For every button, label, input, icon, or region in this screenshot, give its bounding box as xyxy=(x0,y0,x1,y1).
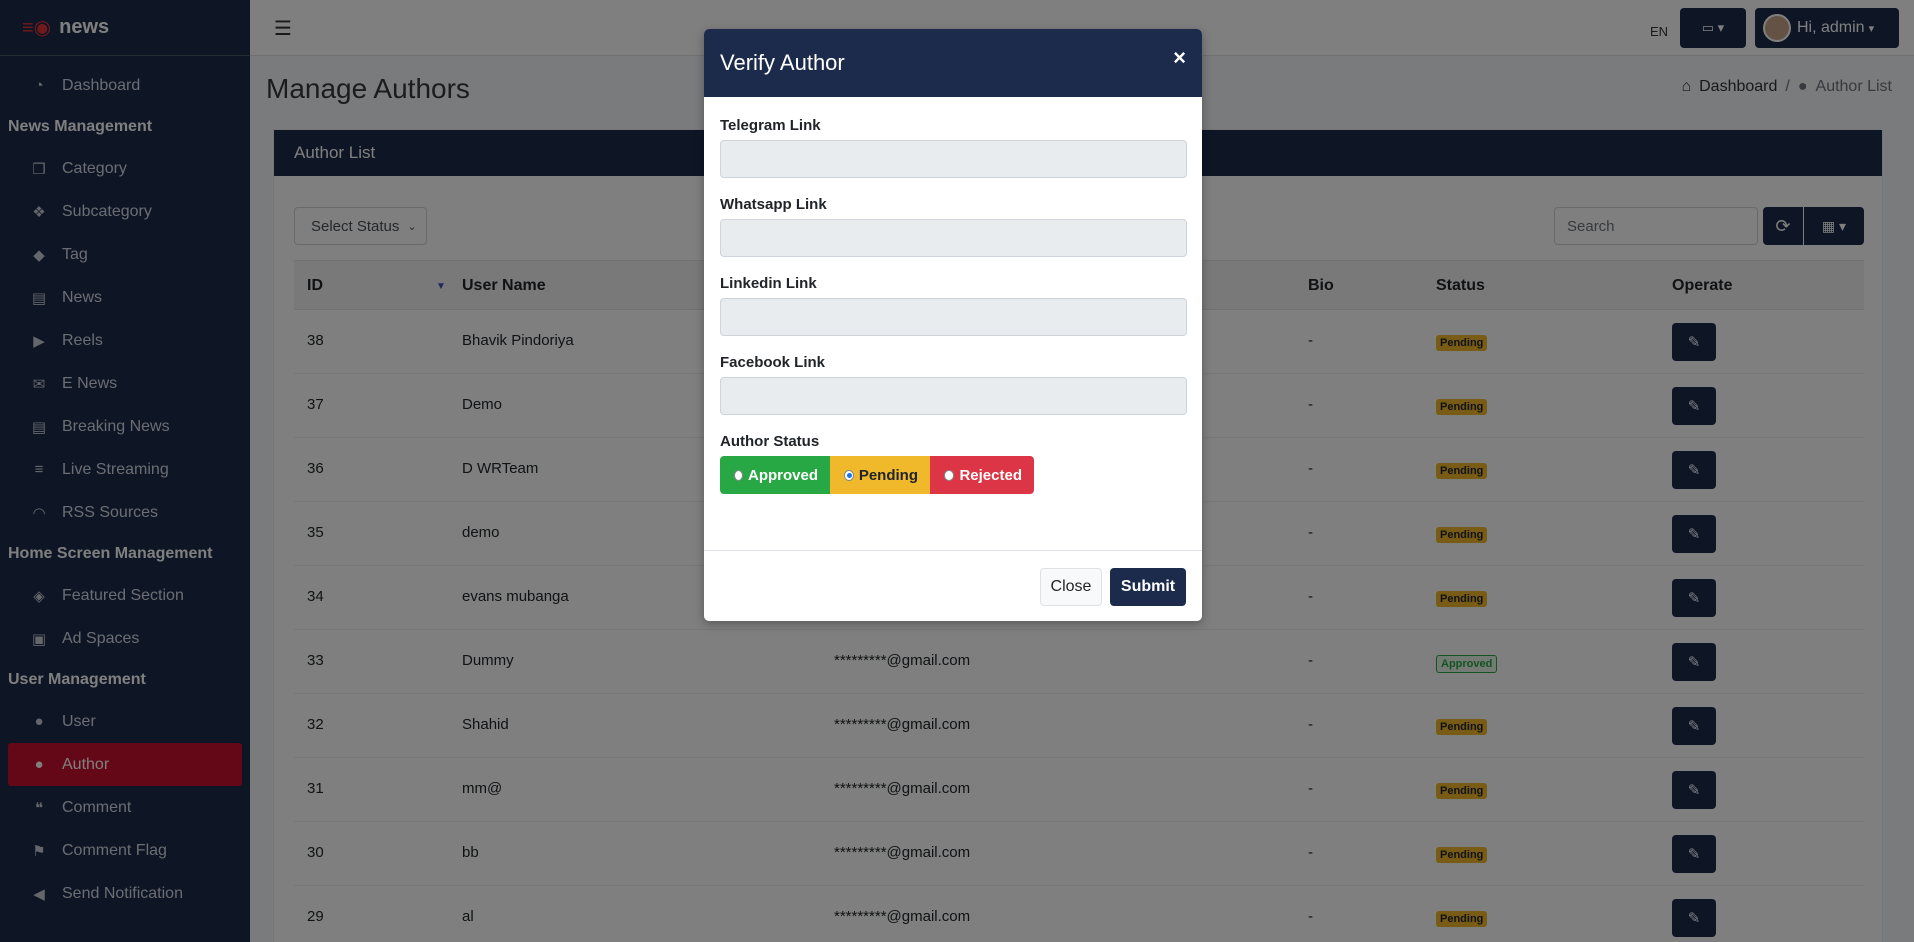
status-rejected-option[interactable]: Rejected xyxy=(930,456,1034,494)
modal-header: Verify Author × xyxy=(704,29,1202,97)
radio-rejected[interactable] xyxy=(944,469,955,481)
telegram-group: Telegram Link xyxy=(720,117,1187,178)
submit-button[interactable]: Submit xyxy=(1110,568,1186,606)
close-icon[interactable]: × xyxy=(1173,45,1186,71)
modal-body: Telegram Link Whatsapp Link Linkedin Lin… xyxy=(704,97,1202,494)
whatsapp-group: Whatsapp Link xyxy=(720,196,1187,257)
status-pending-label: Pending xyxy=(858,466,918,484)
telegram-link-input[interactable] xyxy=(720,140,1187,178)
status-approved-option[interactable]: Approved xyxy=(720,456,830,494)
telegram-label: Telegram Link xyxy=(720,117,821,134)
status-rejected-label: Rejected xyxy=(959,466,1022,484)
linkedin-link-input[interactable] xyxy=(720,298,1187,336)
status-approved-label: Approved xyxy=(747,466,818,484)
modal-footer: Close Submit xyxy=(704,550,1202,621)
author-status-group: Author Status Approved Pending Rejected xyxy=(720,433,1186,494)
radio-pending[interactable] xyxy=(844,469,854,481)
author-status-label: Author Status xyxy=(720,433,820,450)
facebook-label: Facebook Link xyxy=(720,354,826,371)
linkedin-group: Linkedin Link xyxy=(720,275,1187,336)
status-pending-option[interactable]: Pending xyxy=(830,456,930,494)
modal-title: Verify Author xyxy=(720,50,845,75)
close-button[interactable]: Close xyxy=(1040,568,1102,606)
verify-author-modal: Verify Author × Telegram Link Whatsapp L… xyxy=(704,29,1202,621)
author-status-radio-group: Approved Pending Rejected xyxy=(720,456,1186,494)
radio-approved[interactable] xyxy=(734,469,743,481)
linkedin-label: Linkedin Link xyxy=(720,275,817,292)
whatsapp-link-input[interactable] xyxy=(720,219,1187,257)
whatsapp-label: Whatsapp Link xyxy=(720,196,827,213)
facebook-link-input[interactable] xyxy=(720,377,1187,415)
facebook-group: Facebook Link xyxy=(720,354,1187,415)
